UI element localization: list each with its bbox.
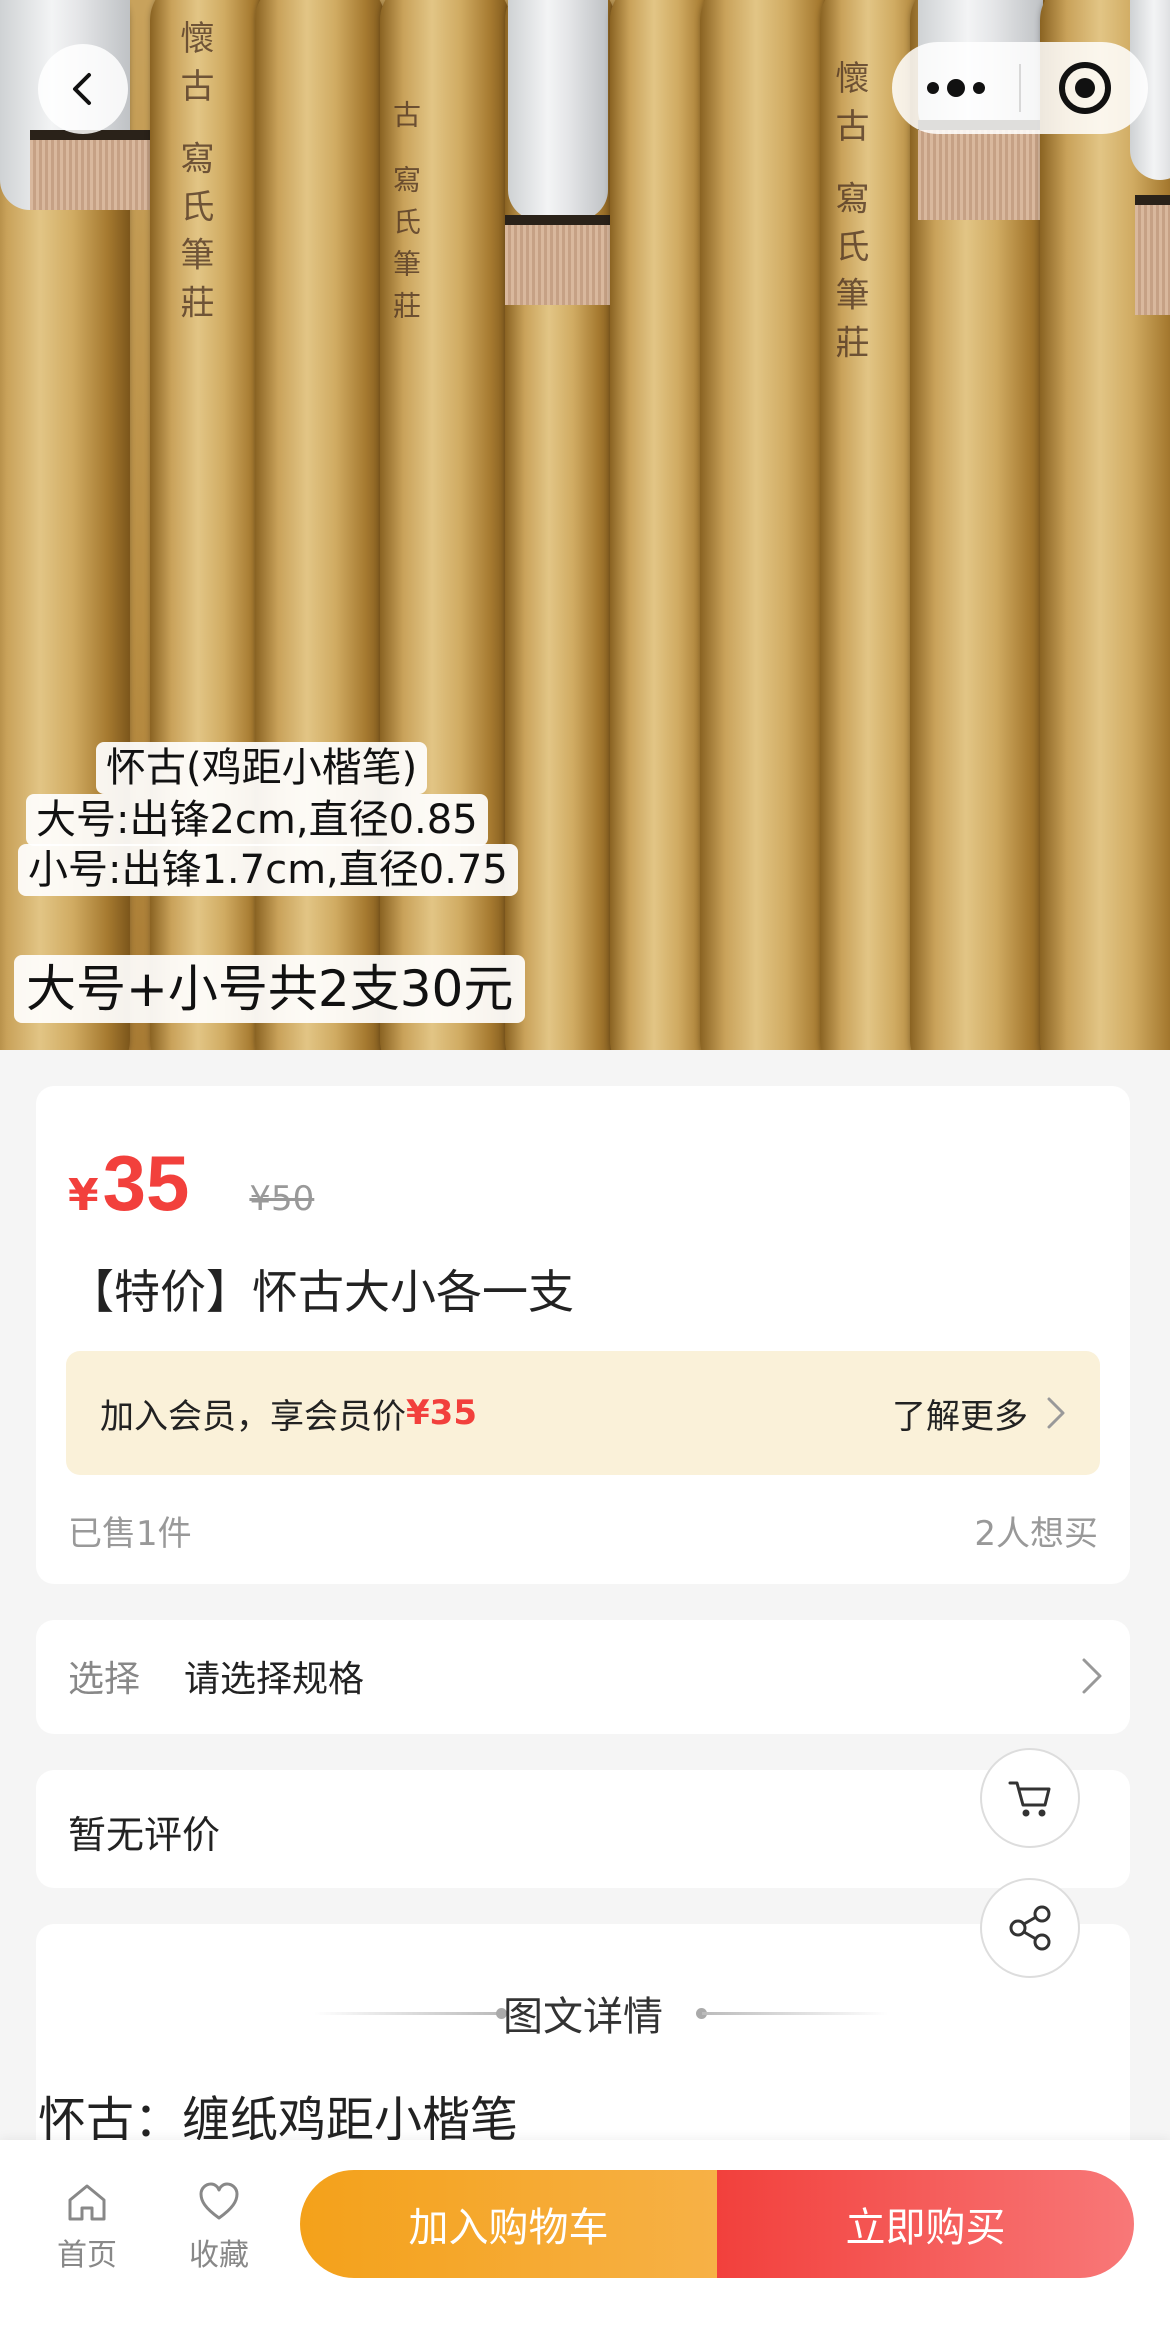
brush-tip: [508, 0, 608, 220]
floating-cart-button[interactable]: [980, 1748, 1080, 1848]
tab-home-label: 首页: [57, 2238, 117, 2273]
hero-label-price: 大号+小号共2支30元: [14, 955, 526, 1023]
calligraphy-mark: 懷古 寫氏筆莊: [829, 60, 869, 373]
back-button[interactable]: [38, 44, 128, 134]
calligraphy-mark: 古 寫氏筆莊: [389, 100, 422, 333]
reviews-section[interactable]: 暂无评价: [36, 1770, 1130, 1888]
divider-right: [702, 2012, 888, 2015]
spec-value: 请选择规格: [184, 1659, 365, 1700]
hero-label-large: 大号:出锋2cm,直径0.85: [26, 794, 488, 846]
product-image[interactable]: 懷古 寫氏筆莊 古 寫氏筆莊 懷古 寫氏筆莊 怀古(鸡距小楷笔) 大号:出锋2c…: [0, 0, 1170, 1050]
heart-icon: [199, 2182, 239, 2220]
close-mini-program-button[interactable]: [1021, 42, 1148, 134]
floating-share-button[interactable]: [980, 1878, 1080, 1978]
want-count: 2人想买: [974, 1514, 1098, 1554]
chevron-right-icon: [1047, 1397, 1065, 1429]
spec-selector[interactable]: 选择 请选择规格: [36, 1620, 1130, 1734]
no-reviews-text: 暂无评价: [68, 1813, 221, 1857]
product-title: 【特价】怀古大小各一支: [68, 1265, 574, 1319]
chevron-right-icon: [1082, 1658, 1102, 1694]
sales-stats: 已售1件 2人想买: [68, 1506, 1098, 1555]
tab-home[interactable]: 首页: [32, 2180, 142, 2274]
tab-favorite[interactable]: 收藏: [164, 2180, 274, 2274]
brush-stick: [700, 0, 840, 1050]
home-icon: [68, 2184, 106, 2221]
hero-label-name: 怀古(鸡距小楷笔): [96, 742, 428, 794]
member-text: 加入会员，享会员价: [100, 1396, 406, 1437]
calligraphy-mark: 懷古 寫氏筆莊: [174, 20, 214, 333]
brush-band: [1135, 195, 1170, 315]
cart-icon: [1008, 1781, 1051, 1817]
more-dots-icon: [926, 79, 985, 97]
target-icon: [1058, 62, 1111, 114]
add-to-cart-button[interactable]: 加入购物车: [300, 2170, 717, 2278]
share-icon: [1009, 1905, 1051, 1951]
purchase-buttons: 加入购物车 立即购买: [300, 2170, 1134, 2278]
brush-band: [918, 120, 1046, 220]
buy-now-button[interactable]: 立即购买: [717, 2170, 1134, 2278]
brush-band: [505, 215, 613, 305]
chevron-left-icon: [73, 73, 91, 105]
mini-program-capsule: [892, 42, 1148, 134]
tab-favorite-label: 收藏: [189, 2238, 249, 2273]
member-price: ¥35: [406, 1393, 477, 1433]
current-price: 35: [102, 1139, 190, 1227]
bottom-action-bar: 首页 收藏 加入购物车 立即购买: [0, 2140, 1170, 2338]
member-banner[interactable]: 加入会员，享会员价 ¥35 了解更多: [66, 1351, 1100, 1475]
learn-more-link[interactable]: 了解更多: [892, 1389, 1066, 1438]
hero-label-small: 小号:出锋1.7cm,直径0.75: [18, 844, 518, 896]
detail-title: 图文详情: [503, 1994, 663, 2040]
sold-count: 已售1件: [68, 1514, 192, 1554]
learn-more-label: 了解更多: [892, 1396, 1028, 1437]
original-price: ¥50: [249, 1179, 315, 1219]
price-row: ¥ 35 ¥50: [68, 1138, 314, 1229]
more-menu-button[interactable]: [892, 42, 1019, 134]
price-symbol: ¥: [68, 1170, 99, 1221]
price-card: ¥ 35 ¥50 【特价】怀古大小各一支 加入会员，享会员价 ¥35 了解更多 …: [36, 1086, 1130, 1584]
spec-label: 选择: [68, 1659, 141, 1700]
brush-band: [30, 130, 155, 210]
